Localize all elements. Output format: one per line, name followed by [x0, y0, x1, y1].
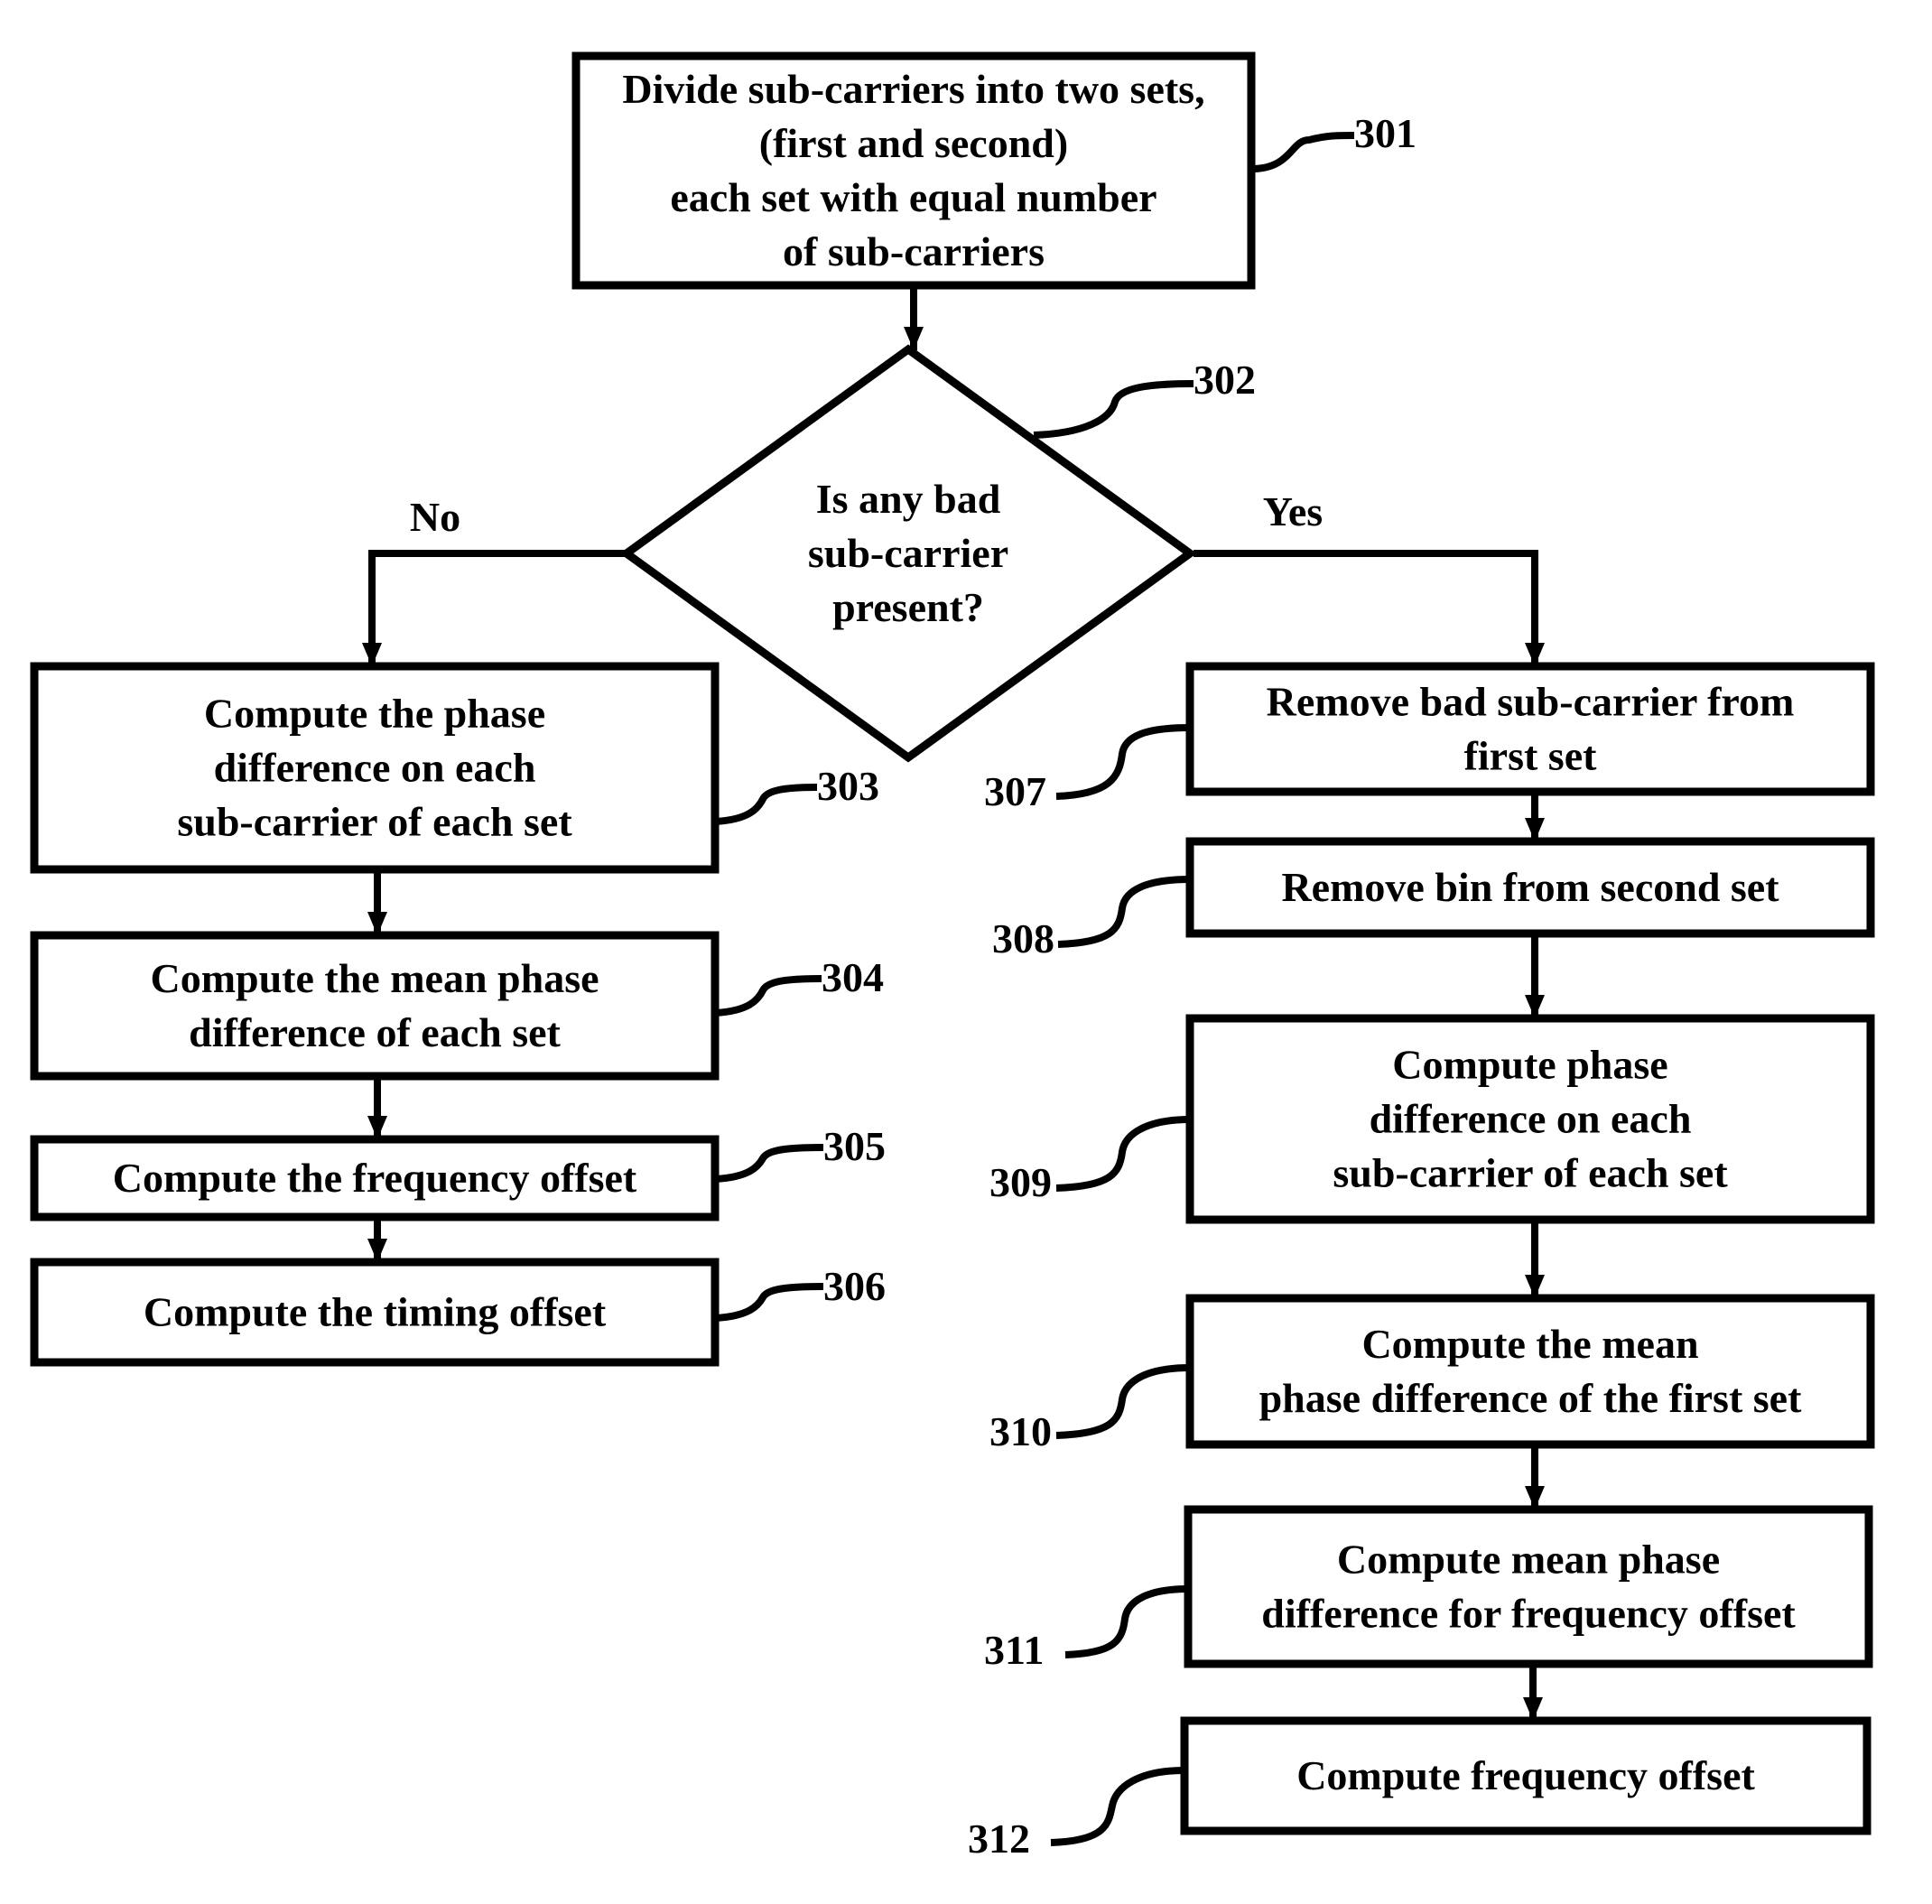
- ref-number-304: 304: [822, 954, 884, 1000]
- node-text-line: sub-carrier of each set: [1333, 1150, 1728, 1196]
- node-text-line: first set: [1464, 733, 1598, 779]
- connector-line: [368, 550, 628, 666]
- node-text-line: Compute the frequency offset: [113, 1155, 637, 1201]
- node-301: Divide sub-carriers into two sets, (first…: [571, 51, 1256, 290]
- ref-number-305: 305: [823, 1123, 886, 1169]
- leader-line-302: [1033, 380, 1194, 439]
- ref-number-311: 311: [984, 1627, 1044, 1673]
- ref-number-301: 301: [1354, 110, 1416, 156]
- node-text-line: Compute frequency offset: [1296, 1752, 1755, 1798]
- leader-line-308: [1057, 876, 1191, 948]
- leader-line-312: [1050, 1767, 1185, 1846]
- node-text-line: difference on each: [1370, 1096, 1692, 1142]
- connector-line: [1194, 550, 1538, 666]
- node-310: Compute the mean phase difference of the …: [1185, 1294, 1875, 1449]
- ref-number-308: 308: [992, 915, 1054, 961]
- node-304: Compute the mean phase difference of each…: [30, 931, 720, 1081]
- ref-number-306: 306: [823, 1263, 886, 1309]
- node-309: Compute phase difference on each sub-carri…: [1185, 1014, 1875, 1224]
- ref-number-302: 302: [1194, 357, 1256, 403]
- branch-label-no: No: [410, 494, 460, 540]
- node-text-line: difference on each: [214, 745, 536, 791]
- node-305: Compute the frequency offset: [30, 1135, 720, 1221]
- nodes: Divide sub-carriers into two sets, (first…: [30, 51, 1875, 1835]
- node-text-line: Remove bad sub-carrier from: [1267, 679, 1795, 725]
- node-text-line: of sub-carriers: [783, 228, 1045, 274]
- leader-line-306: [714, 1283, 824, 1322]
- edge-307-308: [1525, 792, 1545, 841]
- process-box: [1184, 1505, 1873, 1668]
- node-311: Compute mean phase difference for frequen…: [1184, 1505, 1873, 1668]
- edge-304-305: [367, 1076, 387, 1139]
- ref-number-303: 303: [817, 763, 879, 809]
- ref-number-309: 309: [989, 1159, 1052, 1205]
- leader-line-311: [1064, 1585, 1189, 1658]
- leader-line-304: [714, 975, 822, 1017]
- node-text-line: Compute the mean phase: [150, 955, 599, 1001]
- node-text-line: Compute the mean: [1361, 1321, 1698, 1367]
- edge-311-312: [1523, 1664, 1543, 1721]
- node-text-line: Is any bad: [816, 476, 1001, 522]
- node-308: Remove bin from second set: [1185, 837, 1875, 938]
- node-text-line: each set with equal number: [670, 174, 1156, 220]
- node-text-line: Compute phase: [1392, 1042, 1667, 1088]
- edge-305-306: [367, 1217, 387, 1262]
- node-text-line: difference of each set: [189, 1009, 561, 1055]
- node-text-line: Compute the phase: [204, 691, 545, 737]
- node-text-line: Divide sub-carriers into two sets,: [622, 66, 1204, 112]
- leader-line-307: [1055, 724, 1191, 800]
- node-text-line: phase difference of the first set: [1259, 1375, 1803, 1421]
- node-text-line: sub-carrier: [808, 530, 1008, 576]
- node-text-line: present?: [832, 584, 984, 630]
- node-text-line: (first and second): [759, 120, 1068, 166]
- flowchart: Divide sub-carriers into two sets, (first…: [30, 51, 1875, 1862]
- edge-308-309: [1525, 933, 1545, 1018]
- node-306: Compute the timing offset: [30, 1258, 720, 1367]
- node-312: Compute frequency offset: [1180, 1716, 1872, 1835]
- ref-number-310: 310: [989, 1408, 1052, 1454]
- ref-number-307: 307: [984, 768, 1046, 814]
- leader-line-305: [714, 1144, 824, 1183]
- edge-309-310: [1525, 1220, 1545, 1298]
- leader-line-309: [1055, 1116, 1191, 1192]
- leader-line-301: [1251, 132, 1355, 172]
- edge-303-304: [367, 869, 387, 935]
- edge-302-307: [1194, 550, 1545, 666]
- node-303: Compute the phase difference on each sub-c…: [30, 662, 720, 874]
- node-text-line: Compute the timing offset: [144, 1289, 607, 1335]
- node-text-line: sub-carrier of each set: [177, 799, 572, 845]
- node-text-line: Compute mean phase: [1337, 1537, 1720, 1583]
- node-text-line: Remove bin from second set: [1281, 864, 1779, 910]
- edge-310-311: [1525, 1444, 1545, 1509]
- node-307: Remove bad sub-carrier from first set: [1185, 662, 1875, 796]
- edge-302-303: [362, 550, 628, 666]
- leader-line-310: [1055, 1364, 1191, 1439]
- node-text-line: difference for frequency offset: [1261, 1591, 1796, 1637]
- branch-label-yes: Yes: [1263, 488, 1323, 534]
- leader-line-303: [714, 784, 818, 825]
- ref-number-312: 312: [968, 1816, 1030, 1862]
- edge-301-302: [904, 285, 924, 350]
